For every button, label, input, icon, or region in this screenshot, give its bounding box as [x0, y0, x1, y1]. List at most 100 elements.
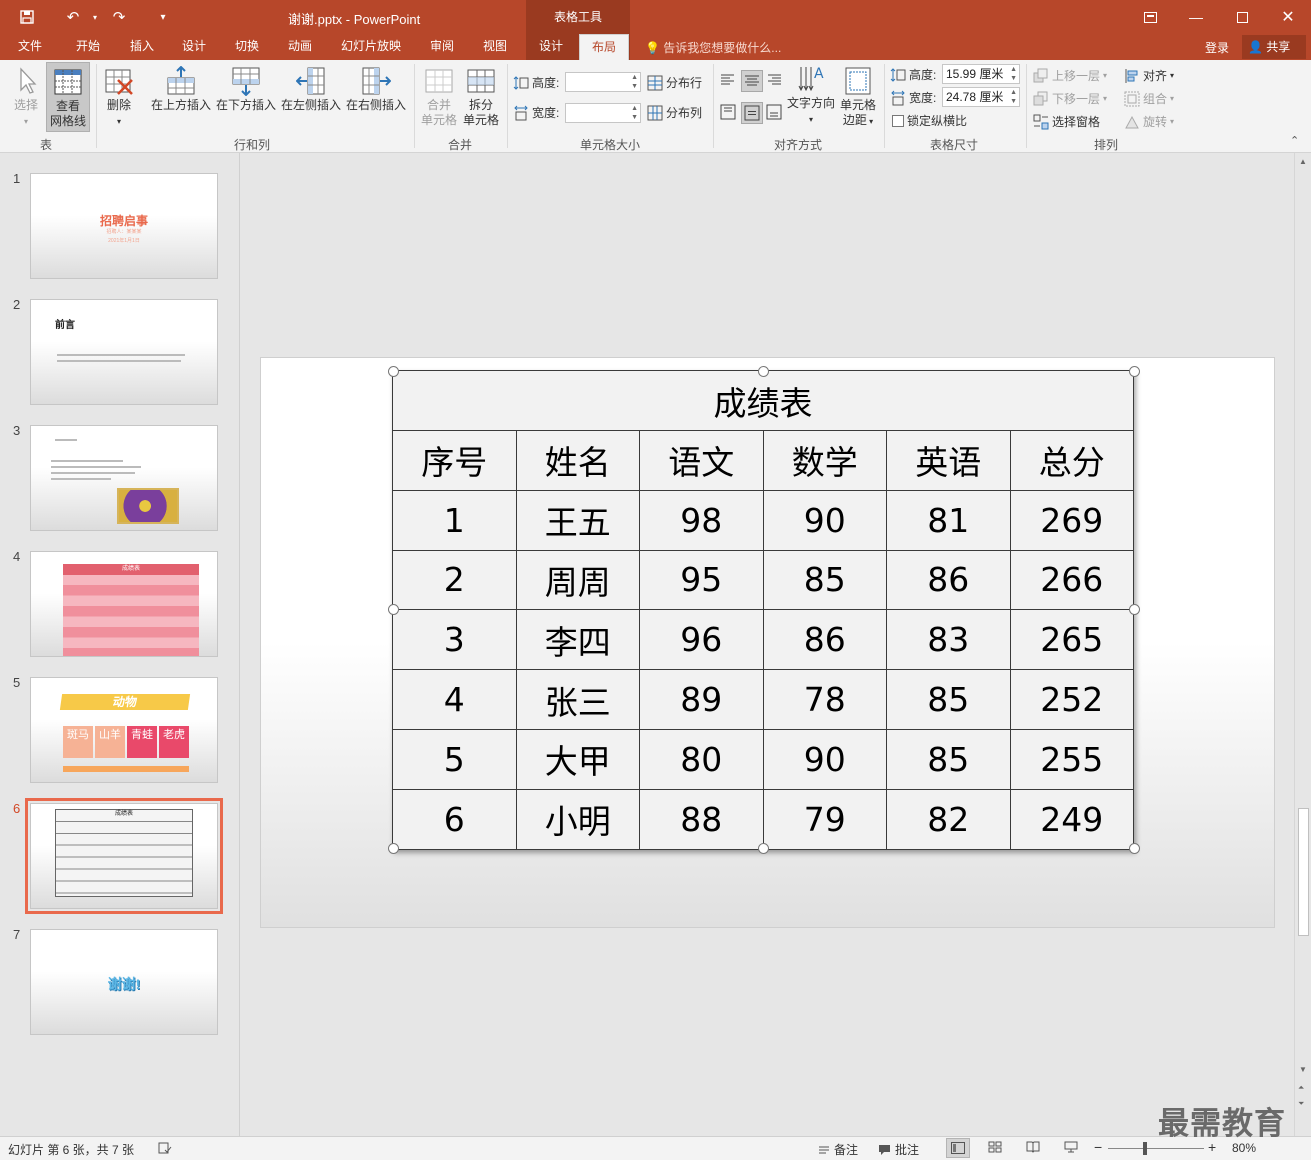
table-header-cell[interactable]: 英语 — [886, 430, 1011, 491]
notes-button[interactable]: 备注 — [818, 1141, 858, 1158]
table-cell[interactable]: 4 — [392, 669, 517, 730]
table-cell[interactable]: 81 — [886, 489, 1011, 551]
resize-handle-top[interactable] — [758, 366, 769, 377]
tell-me-search[interactable]: 💡 告诉我您想要做什么... — [645, 39, 781, 56]
ribbon-display-icon[interactable] — [1127, 0, 1173, 34]
split-cells-button[interactable]: 拆分 单元格 — [460, 66, 502, 128]
group-objects-button[interactable]: 组合 ▾ — [1124, 90, 1174, 107]
table-cell[interactable]: 李四 — [515, 609, 640, 671]
share-button[interactable]: 👤 共享 — [1242, 35, 1306, 59]
scrollbar-thumb[interactable] — [1298, 808, 1309, 936]
resize-handle-top-right[interactable] — [1129, 366, 1140, 377]
tab-review[interactable]: 审阅 — [426, 34, 458, 60]
text-direction-button[interactable]: A 文字方向 ▾ — [786, 64, 836, 127]
bring-forward-button[interactable]: 上移一层 ▾ — [1033, 67, 1107, 84]
zoom-out-icon[interactable]: − — [1094, 1139, 1102, 1155]
table-cell[interactable]: 79 — [762, 788, 887, 850]
resize-handle-left[interactable] — [388, 604, 399, 615]
scroll-up-icon[interactable]: ▲ — [1299, 157, 1307, 166]
table-cell[interactable]: 252 — [1009, 669, 1134, 730]
insert-below-button[interactable]: 在下方插入 — [213, 66, 279, 113]
view-gridlines-button[interactable]: 查看 网格线 — [46, 62, 90, 132]
table-cell[interactable]: 266 — [1009, 549, 1134, 611]
customize-qat-icon[interactable]: ▾ — [150, 6, 176, 28]
previous-slide-icon[interactable]: ⏶ — [1298, 1083, 1304, 1093]
resize-handle-bottom-left[interactable] — [388, 843, 399, 854]
table-header-cell[interactable]: 总分 — [1009, 430, 1134, 491]
slide-thumbnail-3[interactable] — [30, 425, 218, 531]
rotate-button[interactable]: 旋转 ▾ — [1124, 113, 1174, 130]
tab-insert[interactable]: 插入 — [126, 34, 158, 60]
distribute-rows-button[interactable]: 分布行 — [647, 74, 702, 91]
slide-thumbnail-4[interactable]: 成绩表 — [30, 551, 218, 657]
table-cell[interactable]: 88 — [639, 788, 764, 850]
insert-right-button[interactable]: 在右侧插入 — [343, 66, 409, 113]
redo-icon[interactable]: ↷ — [106, 6, 132, 28]
zoom-slider[interactable] — [1108, 1148, 1204, 1149]
align-center-button[interactable] — [741, 70, 763, 92]
table-cell[interactable]: 90 — [762, 489, 887, 551]
align-objects-button[interactable]: 对齐 ▾ — [1124, 67, 1174, 84]
table-cell[interactable]: 249 — [1009, 788, 1134, 850]
table-cell[interactable]: 78 — [762, 669, 887, 730]
table-cell[interactable]: 张三 — [515, 669, 640, 730]
next-slide-icon[interactable]: ⏷ — [1298, 1099, 1304, 1109]
table-cell[interactable]: 96 — [639, 609, 764, 671]
spinner-arrows-icon[interactable]: ▲ ▼ — [631, 73, 638, 91]
slide-thumbnail-7[interactable]: 谢谢! — [30, 929, 218, 1035]
reading-view-button[interactable] — [1026, 1141, 1040, 1153]
slide-thumbnail-1[interactable]: 招聘启事 招聘人：某某某 2021年1月1日 — [30, 173, 218, 279]
spinner-arrows-icon[interactable]: ▲ ▼ — [1010, 65, 1017, 83]
scroll-down-icon[interactable]: ▼ — [1299, 1065, 1307, 1074]
table-header-cell[interactable]: 序号 — [392, 430, 517, 491]
tab-table-layout[interactable]: 布局 — [579, 34, 629, 60]
tab-file[interactable]: 文件 — [14, 34, 46, 60]
cell-width-input[interactable]: ▲ ▼ — [565, 103, 641, 123]
delete-button[interactable]: 删除 ▾ — [100, 66, 138, 129]
resize-handle-top-left[interactable] — [388, 366, 399, 377]
table-cell[interactable]: 大甲 — [515, 728, 640, 790]
normal-view-button[interactable] — [946, 1138, 970, 1158]
table-cell[interactable]: 3 — [392, 609, 517, 671]
tab-animations[interactable]: 动画 — [284, 34, 316, 60]
table-cell[interactable]: 80 — [639, 728, 764, 790]
undo-dropdown-icon[interactable]: ▾ — [82, 6, 108, 28]
slide-sorter-view-button[interactable] — [988, 1141, 1002, 1153]
save-icon[interactable] — [14, 6, 40, 28]
tab-design[interactable]: 设计 — [178, 34, 210, 60]
table-cell[interactable]: 2 — [392, 549, 517, 611]
table-header-cell[interactable]: 语文 — [639, 430, 764, 491]
collapse-ribbon-icon[interactable]: ⌃ — [1290, 134, 1299, 147]
merge-cells-button[interactable]: 合并 单元格 — [418, 66, 460, 128]
tab-table-design[interactable]: 设计 — [535, 34, 567, 60]
cell-height-input[interactable]: ▲ ▼ — [565, 72, 641, 92]
close-icon[interactable]: ✕ — [1265, 0, 1311, 34]
table-cell[interactable]: 6 — [392, 788, 517, 850]
table-cell[interactable]: 85 — [886, 669, 1011, 730]
table-caption-cell[interactable]: 成绩表 — [392, 370, 1134, 431]
table-cell[interactable]: 89 — [639, 669, 764, 730]
selection-pane-button[interactable]: 选择窗格 — [1033, 113, 1100, 130]
maximize-icon[interactable] — [1219, 0, 1265, 34]
table-cell[interactable]: 5 — [392, 728, 517, 790]
insert-above-button[interactable]: 在上方插入 — [148, 66, 214, 113]
zoom-level[interactable]: 80% — [1232, 1141, 1256, 1155]
slide-thumbnail-5[interactable]: 动物 斑马 山羊 青蛙 老虎 — [30, 677, 218, 783]
table-cell[interactable]: 82 — [886, 788, 1011, 850]
tab-slideshow[interactable]: 幻灯片放映 — [337, 34, 405, 60]
slide-thumbnail-2[interactable]: 前言 — [30, 299, 218, 405]
current-slide[interactable]: 成绩表 序号 姓名 语文 数学 英语 总分 1 王五 98 90 81 269 2 周周 95… — [260, 357, 1275, 928]
table-cell[interactable]: 1 — [392, 489, 517, 551]
slide-thumbnail-6[interactable]: 成绩表 — [25, 798, 223, 914]
align-top-button[interactable] — [720, 104, 738, 122]
table-cell[interactable]: 周周 — [515, 549, 640, 611]
tab-view[interactable]: 视图 — [479, 34, 511, 60]
table-header-cell[interactable]: 数学 — [762, 430, 887, 491]
send-backward-button[interactable]: 下移一层 ▾ — [1033, 90, 1107, 107]
resize-handle-bottom-right[interactable] — [1129, 843, 1140, 854]
table-cell[interactable]: 95 — [639, 549, 764, 611]
vertical-scrollbar[interactable]: ▲ ▼ ⏶ ⏷ — [1294, 153, 1311, 1136]
checkbox-box[interactable] — [892, 114, 904, 127]
table-cell[interactable]: 90 — [762, 728, 887, 790]
table-cell[interactable]: 86 — [762, 609, 887, 671]
